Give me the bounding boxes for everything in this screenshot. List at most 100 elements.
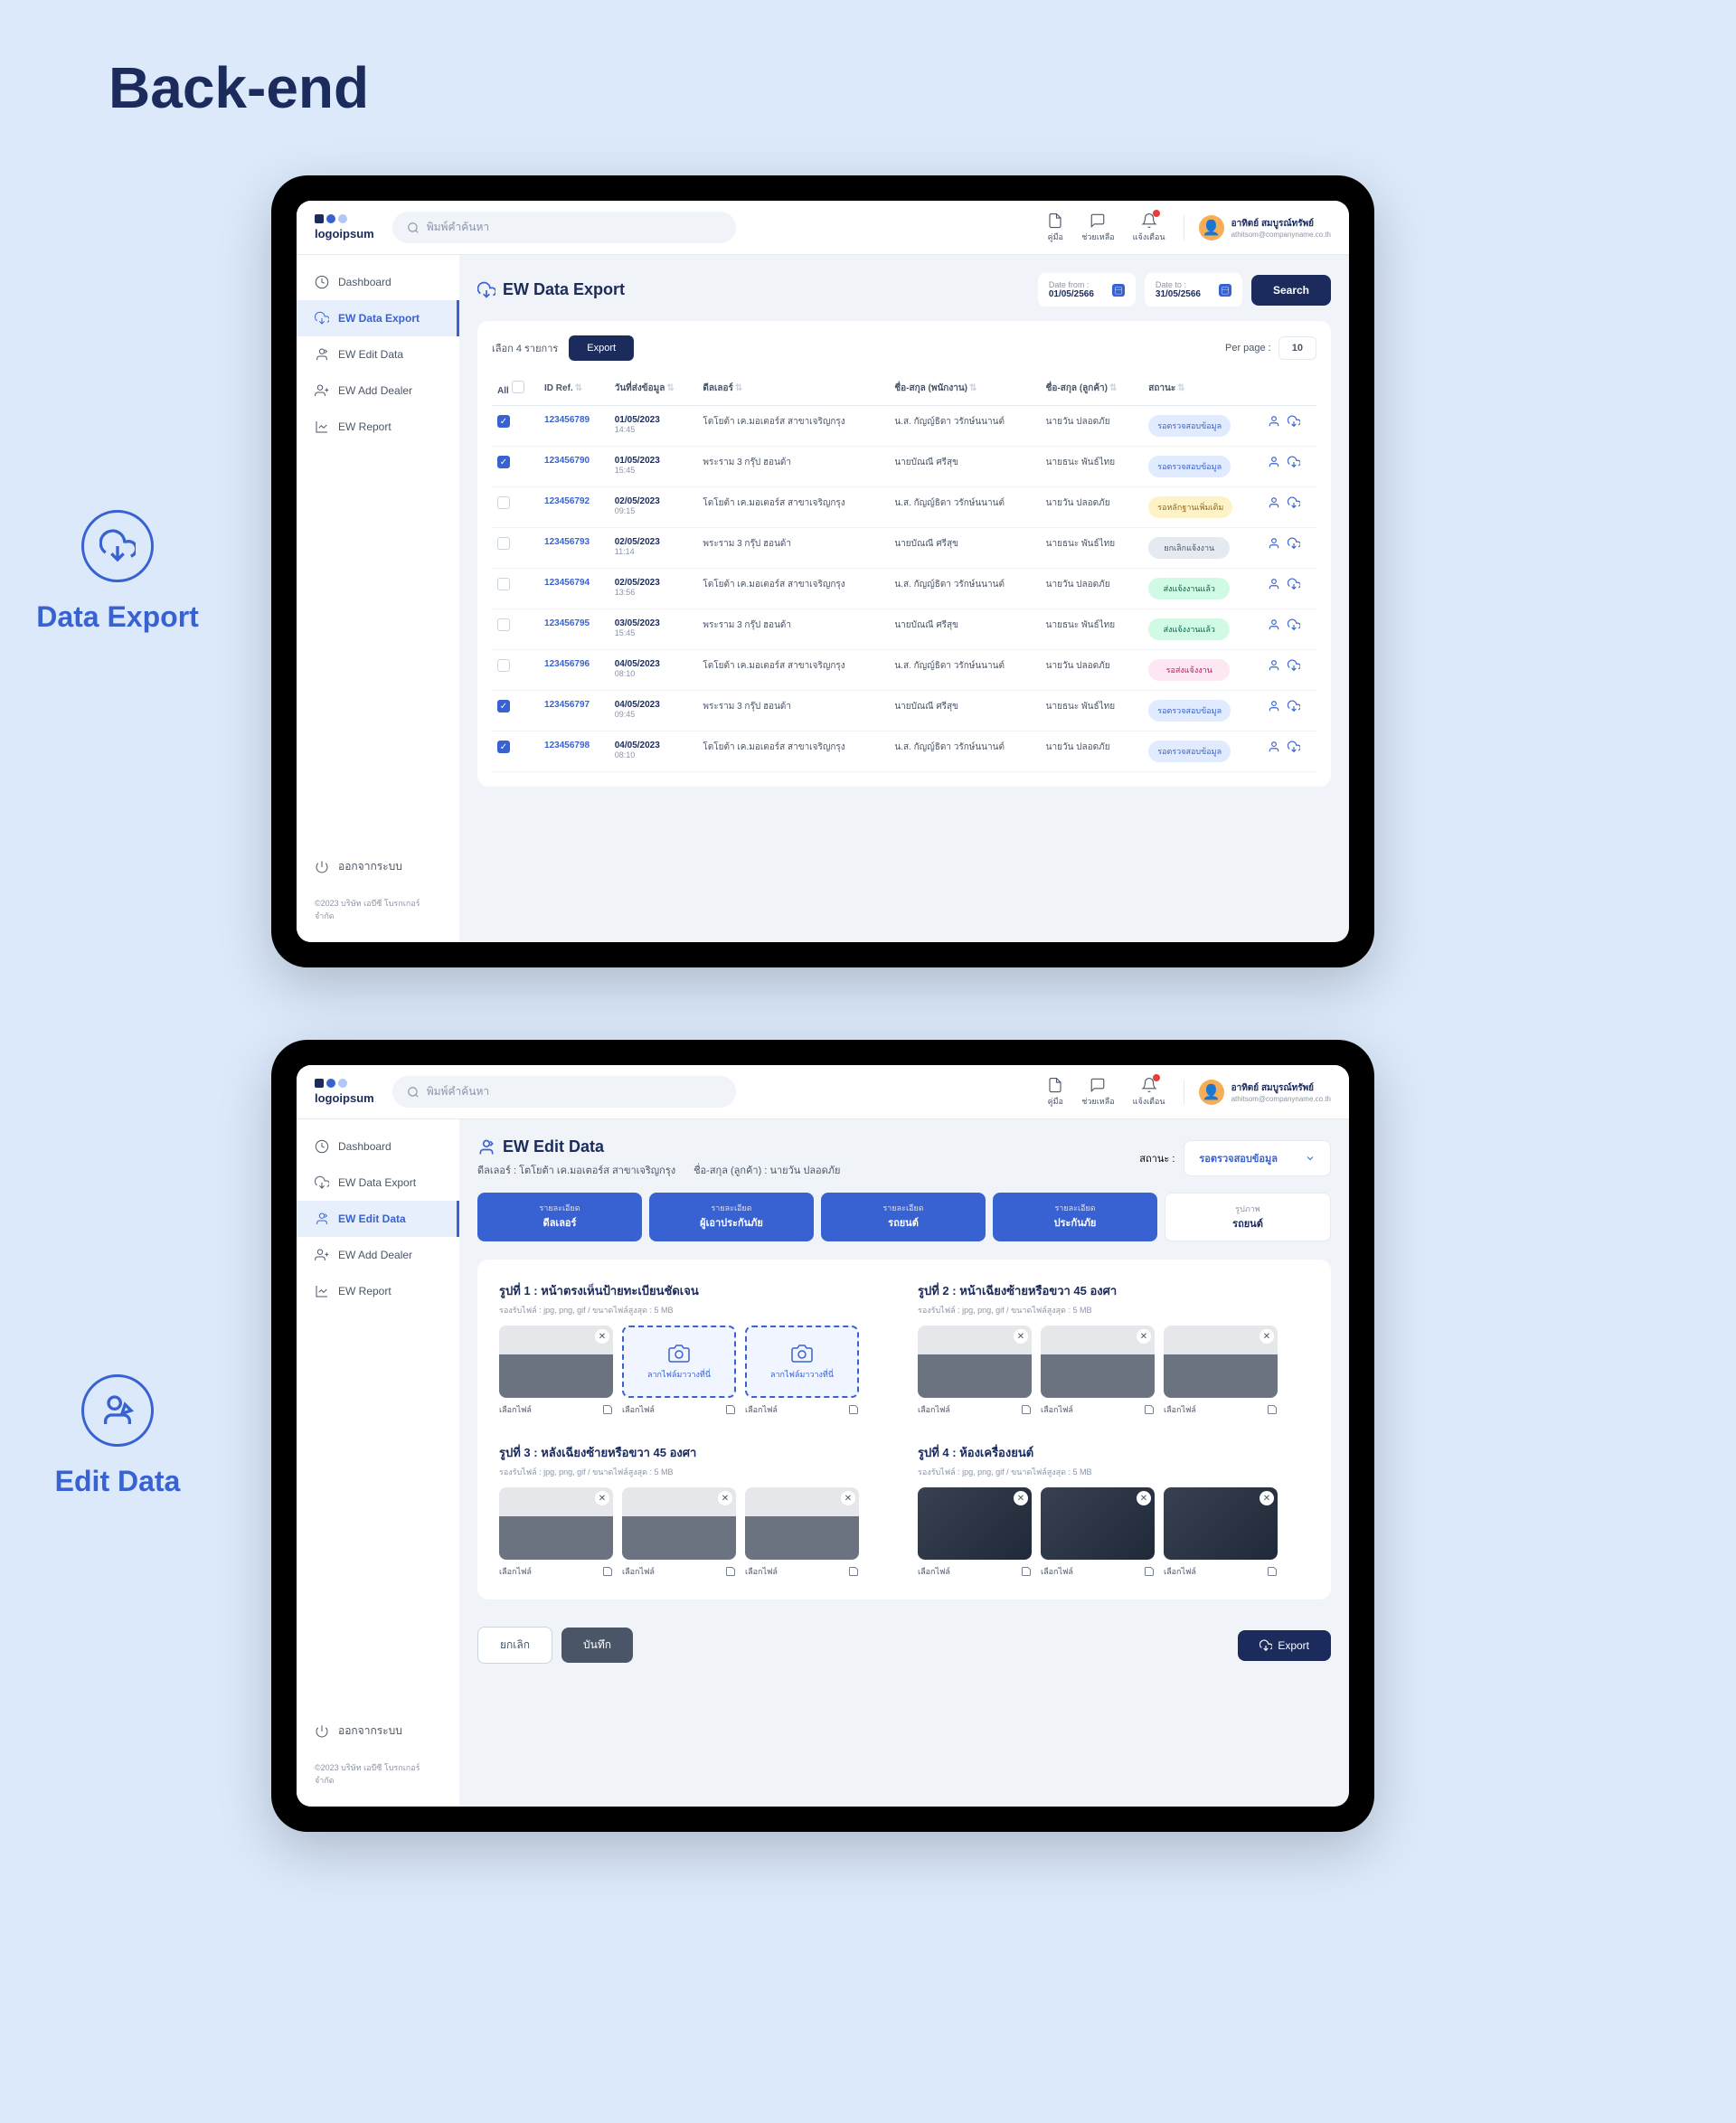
cancel-button[interactable]: ยกเลิก	[477, 1627, 552, 1664]
close-icon[interactable]: ✕	[1014, 1329, 1028, 1344]
nav-report[interactable]: EW Report	[297, 409, 459, 445]
tab[interactable]: รายละเอียดรถยนต์	[821, 1193, 986, 1241]
nav-export[interactable]: EW Data Export	[297, 300, 459, 336]
row-checkbox[interactable]	[497, 496, 510, 509]
id-link[interactable]: 123456794	[544, 578, 590, 588]
save-icon[interactable]	[725, 1566, 736, 1577]
tab[interactable]: รายละเอียดผู้เอาประกันภัย	[649, 1193, 814, 1241]
upload-dropzone[interactable]: ลากไฟล์มาวางที่นี่	[622, 1326, 736, 1398]
download-icon[interactable]	[1288, 415, 1300, 428]
id-link[interactable]: 123456792	[544, 496, 590, 506]
row-checkbox[interactable]	[497, 741, 510, 753]
save-icon[interactable]	[1267, 1566, 1278, 1577]
edit-icon[interactable]	[1268, 659, 1280, 672]
save-icon[interactable]	[1021, 1566, 1032, 1577]
help-icon[interactable]: ช่วยเหลือ	[1081, 1077, 1114, 1108]
checkbox-all[interactable]	[512, 381, 524, 393]
download-icon[interactable]	[1288, 618, 1300, 631]
search-button[interactable]: Search	[1251, 275, 1331, 306]
close-icon[interactable]: ✕	[1260, 1491, 1274, 1505]
upload-dropzone[interactable]: ลากไฟล์มาวางที่นี่	[745, 1326, 859, 1398]
nav-edit[interactable]: EW Edit Data	[297, 1201, 459, 1237]
close-icon[interactable]: ✕	[595, 1329, 609, 1344]
notify-icon[interactable]: แจ้งเตือน	[1133, 1077, 1165, 1108]
close-icon[interactable]: ✕	[1014, 1491, 1028, 1505]
photo-thumb[interactable]: ✕	[1164, 1326, 1278, 1398]
photo-thumb[interactable]: ✕	[918, 1326, 1032, 1398]
close-icon[interactable]: ✕	[1137, 1491, 1151, 1505]
close-icon[interactable]: ✕	[1137, 1329, 1151, 1344]
row-checkbox[interactable]	[497, 659, 510, 672]
row-checkbox[interactable]	[497, 618, 510, 631]
nav-logout[interactable]: ออกจากระบบ	[297, 1712, 459, 1750]
download-icon[interactable]	[1288, 456, 1300, 468]
edit-icon[interactable]	[1268, 415, 1280, 428]
row-checkbox[interactable]	[497, 700, 510, 712]
search-input[interactable]: พิมพ์คำค้นหา	[392, 212, 736, 243]
photo-thumb[interactable]: ✕	[622, 1487, 736, 1560]
nav-dealer[interactable]: EW Add Dealer	[297, 373, 459, 409]
id-link[interactable]: 123456793	[544, 537, 590, 547]
close-icon[interactable]: ✕	[841, 1491, 855, 1505]
id-link[interactable]: 123456795	[544, 618, 590, 628]
photo-thumb[interactable]: ✕	[918, 1487, 1032, 1560]
download-icon[interactable]	[1288, 700, 1300, 712]
tab[interactable]: รายละเอียดดีลเลอร์	[477, 1193, 642, 1241]
tab[interactable]: รายละเอียดประกันภัย	[993, 1193, 1157, 1241]
close-icon[interactable]: ✕	[1260, 1329, 1274, 1344]
id-link[interactable]: 123456789	[544, 415, 590, 425]
id-link[interactable]: 123456797	[544, 700, 590, 710]
photo-thumb[interactable]: ✕	[1041, 1326, 1155, 1398]
date-to-input[interactable]: Date to :31/05/2566	[1145, 273, 1242, 307]
nav-dashboard[interactable]: Dashboard	[297, 1128, 459, 1165]
nav-export[interactable]: EW Data Export	[297, 1165, 459, 1201]
edit-icon[interactable]	[1268, 537, 1280, 550]
edit-icon[interactable]	[1268, 741, 1280, 753]
close-icon[interactable]: ✕	[595, 1491, 609, 1505]
photo-thumb[interactable]: ✕	[745, 1487, 859, 1560]
download-icon[interactable]	[1288, 741, 1300, 753]
nav-logout[interactable]: ออกจากระบบ	[297, 847, 459, 886]
save-icon[interactable]	[725, 1404, 736, 1415]
photo-thumb[interactable]: ✕	[1041, 1487, 1155, 1560]
notify-icon[interactable]: แจ้งเตือน	[1133, 212, 1165, 243]
close-icon[interactable]: ✕	[718, 1491, 732, 1505]
edit-icon[interactable]	[1268, 456, 1280, 468]
search-input[interactable]: พิมพ์คำค้นหา	[392, 1076, 736, 1108]
help-icon[interactable]: ช่วยเหลือ	[1081, 212, 1114, 243]
id-link[interactable]: 123456790	[544, 456, 590, 466]
save-icon[interactable]	[1144, 1566, 1155, 1577]
edit-icon[interactable]	[1268, 618, 1280, 631]
status-dropdown[interactable]: รอตรวจสอบข้อมูล	[1184, 1140, 1331, 1176]
perpage-select[interactable]: 10	[1278, 336, 1316, 360]
download-icon[interactable]	[1288, 578, 1300, 590]
id-link[interactable]: 123456798	[544, 741, 590, 750]
export-button[interactable]: Export	[1238, 1630, 1331, 1661]
save-icon[interactable]	[1021, 1404, 1032, 1415]
user-menu[interactable]: 👤 อาทิตย์ สมบูรณ์ทรัพย์athitsom@companyn…	[1184, 215, 1331, 241]
save-button[interactable]: บันทึก	[561, 1628, 633, 1663]
export-button[interactable]: Export	[569, 335, 634, 361]
id-link[interactable]: 123456796	[544, 659, 590, 669]
nav-edit[interactable]: EW Edit Data	[297, 336, 459, 373]
guide-icon[interactable]: คู่มือ	[1047, 1077, 1063, 1108]
edit-icon[interactable]	[1268, 700, 1280, 712]
row-checkbox[interactable]	[497, 578, 510, 590]
guide-icon[interactable]: คู่มือ	[1047, 212, 1063, 243]
save-icon[interactable]	[602, 1566, 613, 1577]
save-icon[interactable]	[602, 1404, 613, 1415]
row-checkbox[interactable]	[497, 456, 510, 468]
nav-dealer[interactable]: EW Add Dealer	[297, 1237, 459, 1273]
save-icon[interactable]	[1267, 1404, 1278, 1415]
row-checkbox[interactable]	[497, 415, 510, 428]
edit-icon[interactable]	[1268, 496, 1280, 509]
user-menu[interactable]: 👤 อาทิตย์ สมบูรณ์ทรัพย์athitsom@companyn…	[1184, 1080, 1331, 1105]
save-icon[interactable]	[848, 1566, 859, 1577]
photo-thumb[interactable]: ✕	[1164, 1487, 1278, 1560]
save-icon[interactable]	[848, 1404, 859, 1415]
save-icon[interactable]	[1144, 1404, 1155, 1415]
nav-dashboard[interactable]: Dashboard	[297, 264, 459, 300]
date-from-input[interactable]: Date from :01/05/2566	[1038, 273, 1136, 307]
edit-icon[interactable]	[1268, 578, 1280, 590]
photo-thumb[interactable]: ✕	[499, 1326, 613, 1398]
